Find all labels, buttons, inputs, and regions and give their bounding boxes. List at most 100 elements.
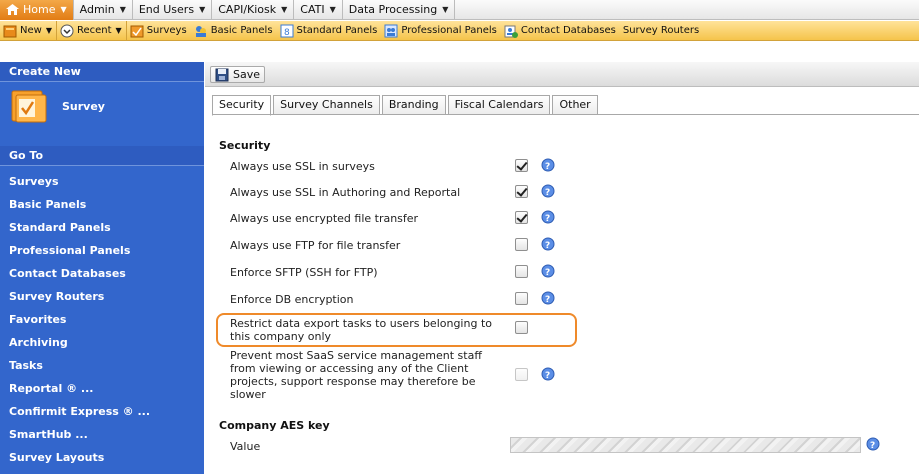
- menu-admin-label: Admin: [79, 3, 115, 16]
- sidebar-item-confirmit-express[interactable]: Confirmit Express ® ...: [0, 400, 204, 423]
- tab-divider: [212, 114, 919, 115]
- save-label: Save: [233, 68, 261, 81]
- contact-databases-button[interactable]: Contact Databases: [501, 21, 620, 40]
- sidebar-item-basic-panels[interactable]: Basic Panels: [0, 193, 204, 216]
- save-bar: Save: [205, 62, 919, 87]
- sidebar-item-contact-databases[interactable]: Contact Databases: [0, 262, 204, 285]
- create-survey-tile[interactable]: Survey: [10, 88, 105, 124]
- svg-text:?: ?: [545, 295, 550, 305]
- standard-panels-icon: 8: [280, 24, 294, 38]
- caret-down-icon: ▼: [119, 5, 126, 14]
- professional-panels-button[interactable]: Professional Panels: [381, 21, 500, 40]
- sidebar-item-survey-routers[interactable]: Survey Routers: [0, 285, 204, 308]
- contact-databases-icon: [504, 24, 518, 38]
- sidebar-item-tasks[interactable]: Tasks: [0, 354, 204, 377]
- help-icon[interactable]: ?: [541, 184, 555, 198]
- basic-panels-icon: [194, 24, 208, 38]
- basic-panels-button[interactable]: Basic Panels: [191, 21, 277, 40]
- caret-down-icon: ▼: [115, 26, 122, 35]
- basic-panels-label: Basic Panels: [210, 25, 273, 36]
- help-icon[interactable]: ?: [866, 437, 880, 451]
- menu-home[interactable]: Home ▼: [0, 0, 74, 20]
- menu-capi-kiosk-label: CAPI/Kiosk: [218, 3, 277, 16]
- tab-other[interactable]: Other: [552, 95, 598, 115]
- svg-text:?: ?: [545, 241, 550, 251]
- menu-cati[interactable]: CATI ▼: [294, 0, 343, 20]
- checkbox-enforce-sftp[interactable]: [515, 265, 528, 278]
- checkbox-ssl-surveys[interactable]: [515, 159, 528, 172]
- new-button[interactable]: New ▼: [0, 21, 57, 40]
- surveys-icon: [130, 24, 144, 38]
- menu-home-label: Home: [23, 3, 56, 16]
- sidebar-item-professional-panels[interactable]: Professional Panels: [0, 239, 204, 262]
- checkbox-db-encryption[interactable]: [515, 292, 528, 305]
- help-icon[interactable]: ?: [541, 264, 555, 278]
- checkbox-restrict-export[interactable]: [515, 321, 528, 334]
- setting-label-db-encryption: Enforce DB encryption: [230, 293, 354, 306]
- recent-button[interactable]: Recent ▼: [57, 21, 127, 40]
- standard-panels-button[interactable]: 8 Standard Panels: [277, 21, 382, 40]
- menu-end-users[interactable]: End Users ▼: [133, 0, 213, 20]
- setting-label-encrypted-transfer: Always use encrypted file transfer: [230, 212, 419, 225]
- tab-survey-channels[interactable]: Survey Channels: [273, 95, 380, 115]
- setting-label-ssl-surveys: Always use SSL in surveys: [230, 160, 375, 173]
- setting-label-prevent-saas-access: Prevent most SaaS service management sta…: [230, 349, 482, 401]
- recent-label: Recent: [76, 25, 112, 36]
- tab-fiscal-calendars[interactable]: Fiscal Calendars: [447, 95, 551, 115]
- aes-value-label: Value: [230, 440, 261, 453]
- sidebar-item-favorites[interactable]: Favorites: [0, 308, 204, 331]
- tab-branding[interactable]: Branding: [381, 95, 446, 115]
- security-section-title: Security: [219, 139, 271, 152]
- create-new-header: Create New: [0, 62, 204, 82]
- menu-data-processing[interactable]: Data Processing ▼: [343, 0, 456, 20]
- svg-text:8: 8: [284, 28, 290, 38]
- menu-cati-label: CATI: [300, 3, 325, 16]
- main-menu-bar: Home ▼ Admin ▼ End Users ▼ CAPI/Kiosk ▼ …: [0, 0, 919, 20]
- setting-label-ssl-authoring: Always use SSL in Authoring and Reportal: [230, 186, 461, 199]
- caret-down-icon: ▼: [60, 5, 67, 14]
- surveys-label: Surveys: [146, 25, 187, 36]
- checkbox-ftp-transfer[interactable]: [515, 238, 528, 251]
- tab-security[interactable]: Security: [212, 95, 272, 116]
- help-icon[interactable]: ?: [541, 210, 555, 224]
- help-icon[interactable]: ?: [541, 237, 555, 251]
- help-icon[interactable]: ?: [541, 291, 555, 305]
- menu-data-processing-label: Data Processing: [348, 3, 438, 16]
- save-button[interactable]: Save: [210, 66, 266, 83]
- svg-text:?: ?: [545, 214, 550, 224]
- svg-text:?: ?: [870, 441, 875, 451]
- caret-down-icon: ▼: [281, 5, 288, 14]
- sidebar-item-archiving[interactable]: Archiving: [0, 331, 204, 354]
- checkbox-encrypted-transfer[interactable]: [515, 211, 528, 224]
- caret-down-icon: ▼: [45, 26, 52, 35]
- survey-tile-label: Survey: [62, 99, 105, 113]
- standard-panels-label: Standard Panels: [296, 25, 378, 36]
- menu-admin[interactable]: Admin ▼: [74, 0, 133, 20]
- menu-capi-kiosk[interactable]: CAPI/Kiosk ▼: [212, 0, 295, 20]
- sidebar-item-surveys[interactable]: Surveys: [0, 170, 204, 193]
- sidebar-item-survey-layouts[interactable]: Survey Layouts: [0, 446, 204, 469]
- svg-text:?: ?: [545, 268, 550, 278]
- create-new-section: Create New Survey: [0, 62, 204, 123]
- sidebar-item-smarthub[interactable]: SmartHub ...: [0, 423, 204, 446]
- settings-tabs: Security Survey Channels Branding Fiscal…: [212, 95, 600, 116]
- svg-text:?: ?: [545, 371, 550, 381]
- home-icon: [6, 4, 19, 15]
- help-icon[interactable]: ?: [541, 367, 555, 381]
- recent-icon: [60, 24, 74, 38]
- sidebar-item-reportal[interactable]: Reportal ® ...: [0, 377, 204, 400]
- help-icon[interactable]: ?: [541, 158, 555, 172]
- survey-routers-button[interactable]: Survey Routers: [620, 21, 703, 40]
- new-icon: [3, 24, 17, 38]
- aes-key-field: [510, 437, 861, 453]
- goto-header: Go To: [0, 146, 204, 166]
- contact-databases-label: Contact Databases: [520, 25, 616, 36]
- svg-text:?: ?: [545, 162, 550, 172]
- surveys-button[interactable]: Surveys: [127, 21, 191, 40]
- checkbox-ssl-authoring[interactable]: [515, 185, 528, 198]
- aes-section-title: Company AES key: [219, 419, 330, 432]
- disk-icon: [215, 68, 229, 82]
- new-label: New: [20, 25, 42, 36]
- goto-section: Go To Surveys Basic Panels Standard Pane…: [0, 146, 204, 469]
- sidebar-item-standard-panels[interactable]: Standard Panels: [0, 216, 204, 239]
